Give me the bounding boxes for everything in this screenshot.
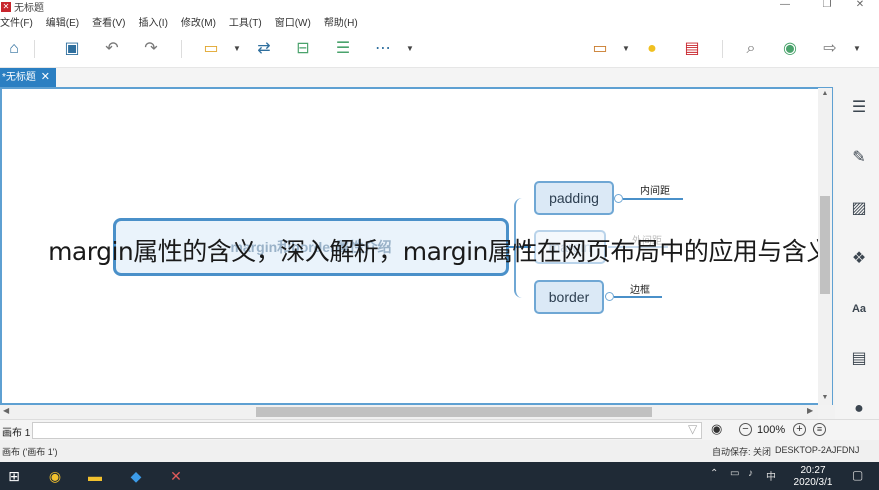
- xmind-taskbar-icon[interactable]: ✕: [166, 466, 186, 486]
- taskbar: ⊞ ◉ ▬ ◆ ✕ ⌃ ▭ ♪ 中 20:27 2020/3/1 ▢: [0, 462, 879, 490]
- tab-untitled[interactable]: *无标题 ✕: [0, 68, 56, 87]
- undo-icon[interactable]: ↶: [102, 39, 122, 59]
- branch-line: [623, 198, 683, 200]
- subtopic-label: border: [548, 289, 590, 305]
- notes-icon[interactable]: ▤: [849, 349, 869, 369]
- menu-help[interactable]: 帮助(H): [324, 14, 358, 29]
- menu-window[interactable]: 窗口(W): [275, 14, 311, 29]
- toolbar-divider: [34, 40, 35, 58]
- summary-icon[interactable]: ⊟: [293, 39, 313, 59]
- text-icon[interactable]: Aa: [849, 299, 869, 319]
- window-title: 无标题: [14, 3, 44, 14]
- xmind-logo-icon: ✕: [1, 1, 11, 12]
- scrollbar-thumb[interactable]: [256, 407, 652, 417]
- menu-insert[interactable]: 插入(I): [138, 14, 167, 29]
- windows-start-icon[interactable]: ⊞: [4, 466, 24, 486]
- relationship-icon[interactable]: ⇄: [254, 39, 274, 59]
- subtopic-label: padding: [549, 190, 599, 206]
- search-icon[interactable]: ⌕: [741, 39, 761, 59]
- sheet-strip[interactable]: [32, 422, 702, 439]
- filter-icon[interactable]: ▽: [688, 422, 697, 436]
- scrollbar-thumb[interactable]: [820, 196, 830, 294]
- idea-icon[interactable]: ●: [642, 39, 662, 59]
- menu-view[interactable]: 查看(V): [92, 14, 125, 29]
- chevron-down-icon[interactable]: ▼: [622, 39, 630, 59]
- input-language[interactable]: 中: [766, 468, 776, 483]
- status-sheet: 画布 ('画布 1'): [2, 447, 58, 457]
- redo-icon[interactable]: ↷: [141, 39, 161, 59]
- tab-label: *无标题: [2, 72, 36, 83]
- zoom-in-button[interactable]: +: [793, 423, 806, 436]
- image-icon[interactable]: ▨: [849, 199, 869, 219]
- scroll-up-icon[interactable]: ▲: [820, 90, 830, 97]
- title-bar: ✕ 无标题 — ❐ ✕: [0, 0, 879, 14]
- tab-bar: *无标题 ✕: [0, 68, 879, 87]
- horizontal-scrollbar[interactable]: ◀ ▶: [0, 405, 818, 419]
- chevron-down-icon[interactable]: ▼: [853, 39, 861, 59]
- zoom-fit-button[interactable]: ≡: [813, 423, 826, 436]
- status-host: DESKTOP-2AJFDNJ: [775, 445, 860, 455]
- boundary-icon[interactable]: ☰: [333, 39, 353, 59]
- overlay-caption: margin属性的含义，深入解析，margin属性在网页布局中的应用与含义: [48, 237, 831, 266]
- status-bar: 画布 ('画布 1') 自动保存: 关闭 DESKTOP-2AJFDNJ: [0, 440, 879, 462]
- status-autosave[interactable]: 自动保存: 关闭: [712, 445, 771, 458]
- icon-library-icon[interactable]: ❖: [849, 249, 869, 269]
- volume-icon[interactable]: ♪: [748, 468, 753, 479]
- eye-icon[interactable]: ◉: [711, 421, 722, 437]
- topic-icon[interactable]: ▭: [201, 39, 221, 59]
- close-window-button[interactable]: ✕: [840, 0, 879, 13]
- clock-time: 20:27: [800, 465, 826, 476]
- more-icon[interactable]: ⋯: [373, 39, 393, 59]
- style-icon[interactable]: ✎: [849, 148, 869, 168]
- file-explorer-icon[interactable]: ▬: [85, 466, 105, 486]
- collapse-icon[interactable]: [614, 194, 623, 203]
- close-icon[interactable]: ✕: [41, 68, 50, 87]
- scroll-right-icon[interactable]: ▶: [807, 406, 813, 415]
- sheet-tab[interactable]: 画布 1: [2, 424, 30, 439]
- scroll-down-icon[interactable]: ▼: [820, 394, 830, 401]
- presentation-icon[interactable]: ▭: [590, 39, 610, 59]
- export-icon[interactable]: ⇨: [820, 39, 840, 59]
- minimize-button[interactable]: —: [765, 0, 805, 13]
- chevron-down-icon[interactable]: ▼: [233, 39, 241, 59]
- menu-modify[interactable]: 修改(M): [181, 14, 216, 29]
- scroll-left-icon[interactable]: ◀: [3, 406, 9, 415]
- vertical-scrollbar[interactable]: ▲ ▼: [818, 88, 832, 405]
- collapse-icon[interactable]: [605, 292, 614, 301]
- home-icon[interactable]: ⌂: [4, 39, 24, 59]
- subtopic-note[interactable]: 内间距: [640, 182, 670, 197]
- right-panel: ☰ ✎ ▨ ❖ Aa ▤ ●: [835, 87, 879, 419]
- chrome-icon[interactable]: ◉: [45, 466, 65, 486]
- toolbar: ⌂ ▣ ↶ ↷ ▭ ▼ ⇄ ⊟ ☰ ⋯ ▼ ▭ ▼ ● ▤ ⌕ ◉ ⇨ ▼: [0, 30, 879, 68]
- vscode-icon[interactable]: ◆: [126, 466, 146, 486]
- save-icon[interactable]: ▣: [62, 39, 82, 59]
- share-icon[interactable]: ◉: [780, 39, 800, 59]
- toolbar-divider: [722, 40, 723, 58]
- sheet-bar: 画布 1 ▽ ◉ − 100% + ≡: [0, 419, 879, 440]
- notifications-icon[interactable]: ▢: [852, 468, 863, 482]
- subtopic-note[interactable]: 边框: [630, 281, 650, 296]
- clock[interactable]: 20:27 2020/3/1: [790, 465, 836, 489]
- outline-icon[interactable]: ▤: [682, 39, 702, 59]
- zoom-level[interactable]: 100%: [757, 424, 785, 436]
- network-icon[interactable]: ▭: [730, 468, 739, 479]
- menu-file[interactable]: 文件(F): [0, 14, 33, 29]
- menu-tools[interactable]: 工具(T): [229, 14, 262, 29]
- clock-date: 2020/3/1: [793, 477, 833, 488]
- toolbar-divider: [181, 40, 182, 58]
- comments-icon[interactable]: ●: [849, 399, 869, 419]
- menu-bar: 文件(F) 编辑(E) 查看(V) 插入(I) 修改(M) 工具(T) 窗口(W…: [0, 13, 879, 30]
- chevron-down-icon[interactable]: ▼: [406, 39, 414, 59]
- subtopic-border[interactable]: border: [534, 280, 604, 314]
- menu-edit[interactable]: 编辑(E): [46, 14, 79, 29]
- zoom-out-button[interactable]: −: [739, 423, 752, 436]
- format-icon[interactable]: ☰: [849, 98, 869, 118]
- tray-up-icon[interactable]: ⌃: [710, 468, 718, 479]
- subtopic-padding[interactable]: padding: [534, 181, 614, 215]
- branch-line: [614, 296, 662, 298]
